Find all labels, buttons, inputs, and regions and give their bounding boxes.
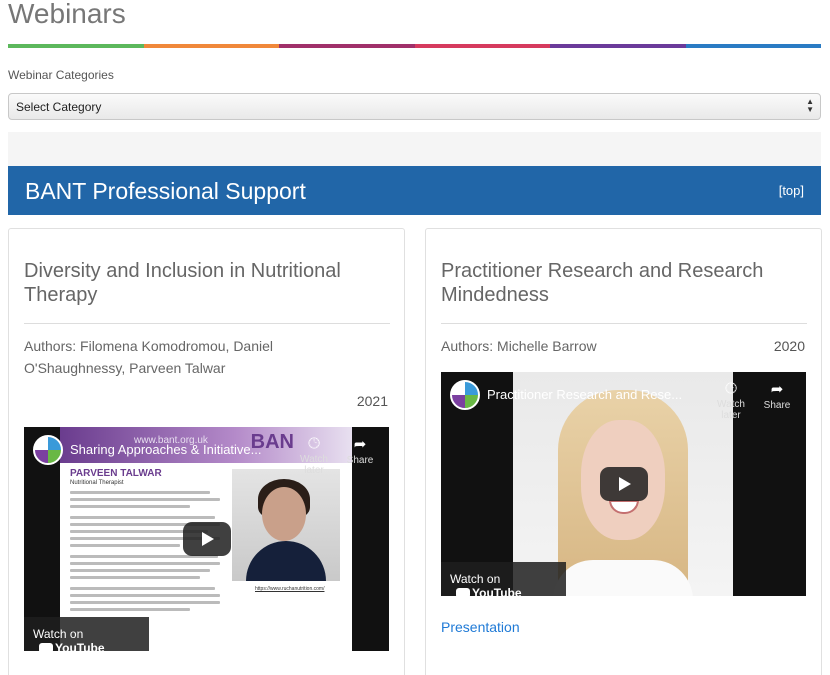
slide-link: https://www.ruchanutrition.com/	[255, 586, 325, 592]
video-player[interactable]: www.bant.org.uk BAN PARVEEN TALWAR Nutri…	[24, 427, 389, 651]
share-icon: ➦	[770, 381, 784, 398]
watch-later-button[interactable]: 🕒︎ Watch later	[706, 380, 756, 421]
clock-icon: 🕒︎	[725, 380, 737, 397]
page-title: Webinars	[8, 0, 126, 29]
divider-segment	[550, 44, 686, 48]
category-selected-value: Select Category	[16, 100, 102, 114]
divider-segment	[685, 44, 821, 48]
webinar-card: Practitioner Research and Research Minde…	[425, 228, 822, 675]
clock-icon: 🕒︎	[308, 435, 320, 452]
play-button[interactable]	[599, 467, 648, 501]
share-icon: ➦	[353, 436, 367, 453]
slide-speaker-role: Nutritional Therapist	[70, 480, 124, 486]
slide-speaker-name: PARVEEN TALWAR	[70, 468, 162, 479]
divider-segment	[414, 44, 550, 48]
webinar-card: Diversity and Inclusion in Nutritional T…	[8, 228, 405, 675]
category-label: Webinar Categories	[8, 68, 114, 82]
share-button[interactable]: ➦ Share	[335, 435, 385, 466]
color-divider	[8, 44, 821, 48]
video-player[interactable]: Practitioner Research and Rese... 🕒︎ Wat…	[441, 372, 806, 596]
webinar-year: 2021	[356, 393, 388, 409]
card-divider	[24, 323, 390, 324]
section-header: BANT Professional Support [top]	[8, 166, 821, 215]
back-to-top-link[interactable]: [top]	[779, 183, 804, 198]
divider-segment	[143, 44, 279, 48]
play-button[interactable]	[182, 522, 231, 556]
video-title[interactable]: Sharing Approaches & Initiative...	[70, 442, 280, 457]
youtube-logo: YouTube	[39, 641, 105, 651]
channel-logo-icon[interactable]	[450, 380, 480, 410]
presentation-link[interactable]: Presentation	[441, 619, 520, 635]
section-title: BANT Professional Support	[25, 178, 306, 204]
watch-later-button[interactable]: 🕒︎ Watch later	[289, 435, 339, 476]
webinar-year: 2020	[773, 338, 805, 354]
youtube-logo: YouTube	[456, 586, 522, 596]
watch-on-youtube-button[interactable]: Watch on YouTube	[441, 562, 566, 596]
webinar-title: Practitioner Research and Research Minde…	[441, 260, 764, 306]
divider-segment	[8, 44, 144, 48]
share-button[interactable]: ➦ Share	[752, 380, 802, 411]
divider-segment	[279, 44, 415, 48]
spacer-band	[8, 132, 821, 166]
webinar-title: Diversity and Inclusion in Nutritional T…	[24, 260, 341, 306]
webinar-authors: Authors: Michelle Barrow	[441, 338, 597, 354]
video-title[interactable]: Practitioner Research and Rese...	[487, 387, 697, 402]
card-divider	[441, 323, 807, 324]
select-arrows-icon: ▲ ▼	[806, 97, 814, 114]
channel-logo-icon[interactable]	[33, 435, 63, 465]
category-select[interactable]: Select Category ▲ ▼	[8, 93, 821, 120]
watch-on-youtube-button[interactable]: Watch on YouTube	[24, 617, 149, 651]
webinar-authors: Authors: Filomena Komodromou, Daniel O'S…	[24, 338, 274, 376]
speaker-photo	[232, 469, 340, 581]
